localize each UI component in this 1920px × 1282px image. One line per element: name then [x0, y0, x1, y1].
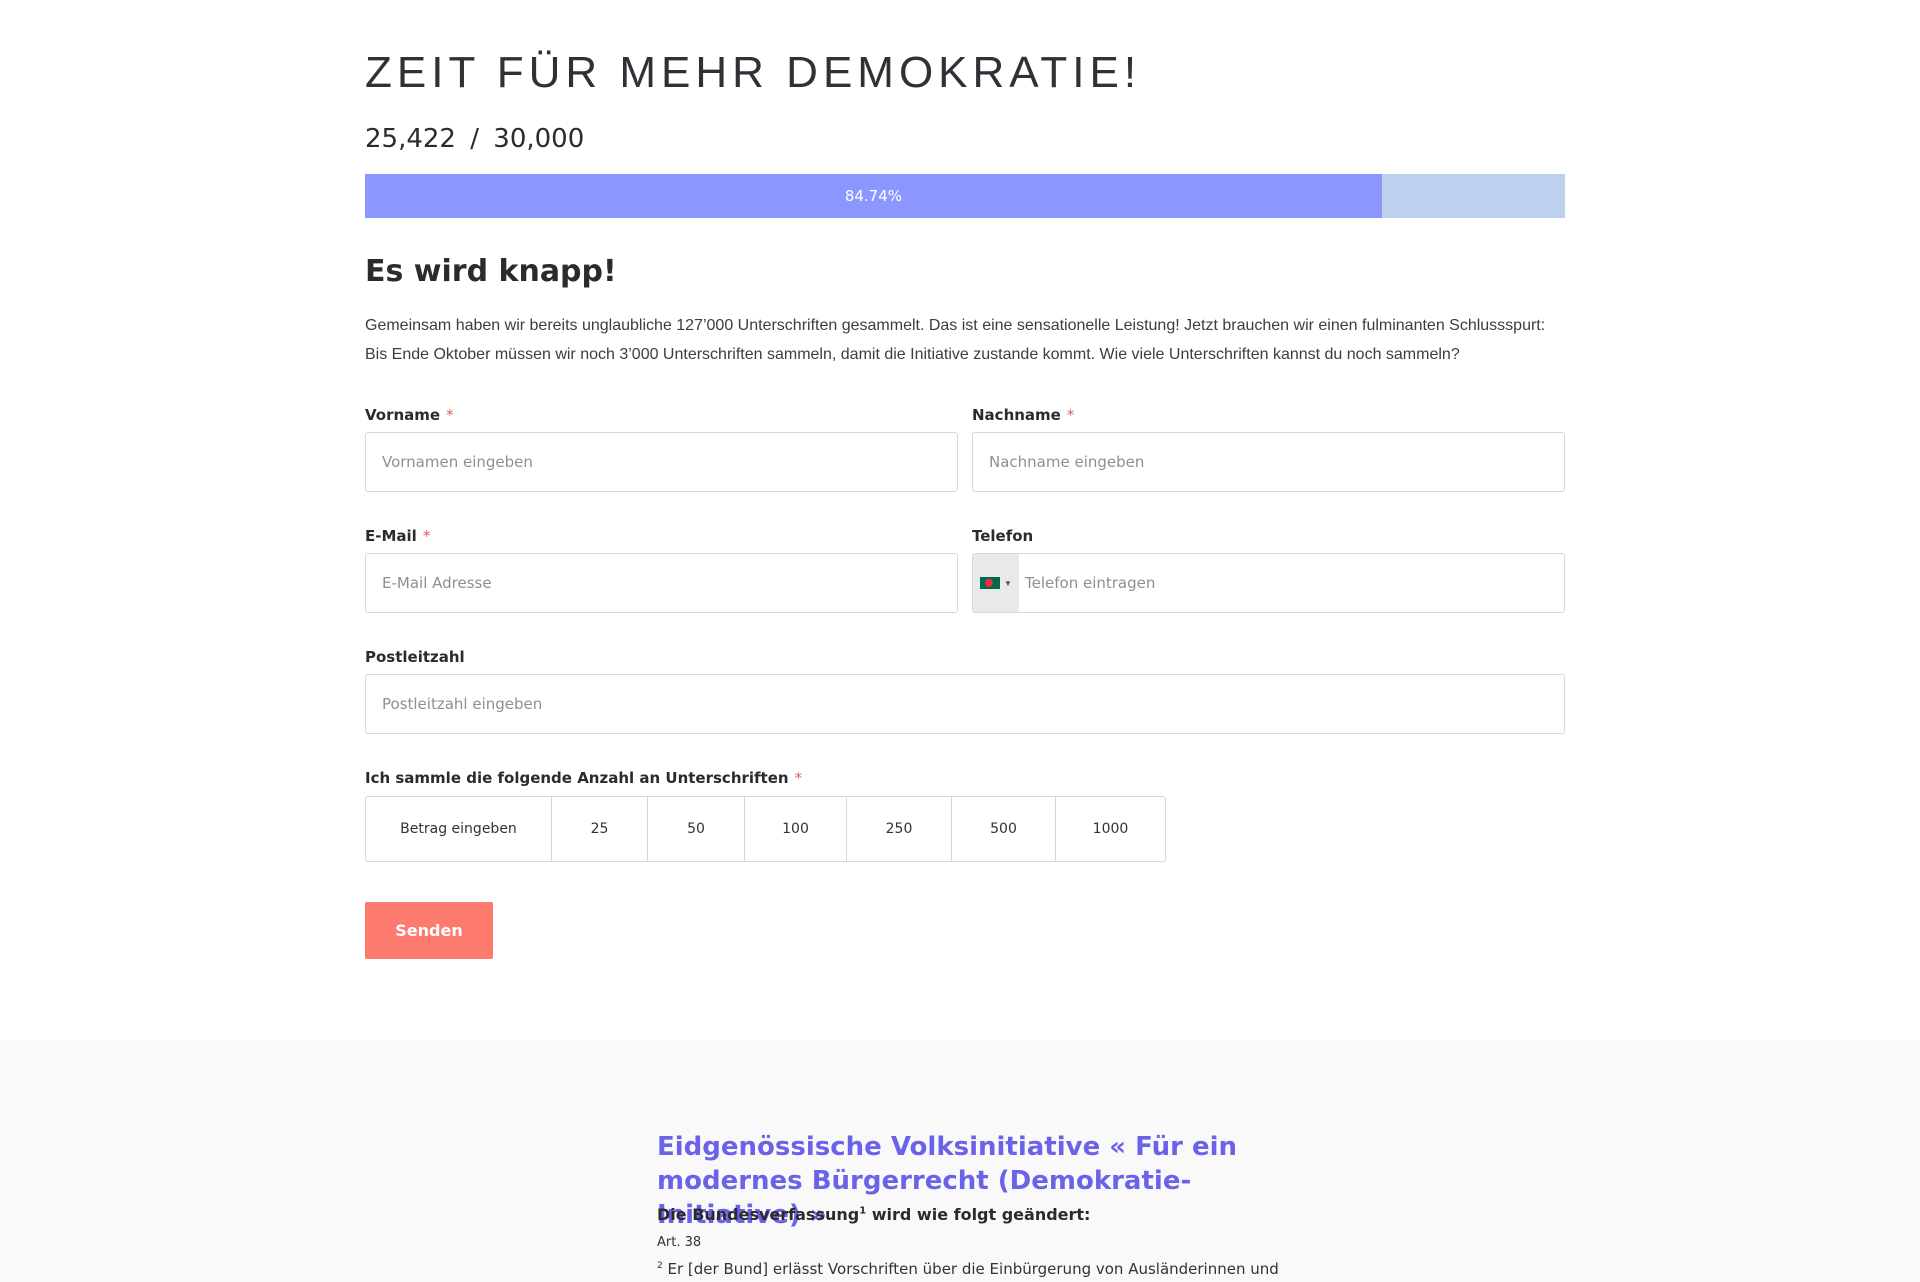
page-title: ZEIT FÜR MEHR DEMOKRATIE!	[365, 48, 1142, 97]
phone-label-text: Telefon	[972, 527, 1034, 545]
caret-down-icon: ▼	[1004, 578, 1012, 588]
signature-counter: 25,422 / 30,000	[365, 124, 584, 154]
progress-bar: 84.74%	[365, 174, 1565, 218]
article-paragraph: 2 Er [der Bund] erlässt Vorschriften übe…	[657, 1260, 1279, 1278]
article-number: Art. 38	[657, 1235, 702, 1250]
firstname-input[interactable]	[365, 432, 958, 492]
firstname-label-text: Vorname	[365, 406, 441, 424]
amount-selector: Betrag eingeben 25 50 100 250 500 1000	[365, 796, 1166, 862]
progress-label: 84.74%	[844, 187, 903, 205]
section-heading: Es wird knapp!	[365, 254, 617, 289]
email-label: E-Mail *	[365, 527, 430, 545]
amount-label: Ich sammle die folgende Anzahl an Unters…	[365, 769, 802, 787]
subtitle-prefix: Die Bundesverfassung	[657, 1205, 860, 1224]
counter-separator: /	[470, 124, 480, 154]
required-marker: *	[1066, 406, 1075, 424]
initiative-subtitle: Die Bundesverfassung1 wird wie folgt geä…	[657, 1205, 1090, 1224]
phone-label: Telefon	[972, 527, 1033, 545]
submit-button[interactable]: Senden	[365, 902, 493, 959]
email-input[interactable]	[365, 553, 958, 613]
amount-option-250[interactable]: 250	[847, 797, 952, 861]
amount-option-25[interactable]: 25	[552, 797, 648, 861]
phone-field: ▼	[972, 553, 1565, 613]
amount-label-text: Ich sammle die folgende Anzahl an Unters…	[365, 769, 789, 787]
required-marker: *	[446, 406, 454, 424]
counter-goal: 30,000	[493, 124, 585, 154]
progress-fill: 84.74%	[365, 174, 1382, 218]
paragraph-text: Er [der Bund] erlässt Vorschriften über …	[662, 1260, 1279, 1278]
amount-option-500[interactable]: 500	[952, 797, 1056, 861]
subtitle-suffix: wird wie folgt geändert:	[866, 1205, 1091, 1224]
custom-amount-input[interactable]: Betrag eingeben	[366, 797, 552, 861]
amount-option-50[interactable]: 50	[648, 797, 745, 861]
zip-input[interactable]	[365, 674, 1565, 734]
lastname-label: Nachname *	[972, 406, 1074, 424]
lastname-input[interactable]	[972, 432, 1565, 492]
country-selector[interactable]: ▼	[973, 554, 1019, 612]
intro-text: Gemeinsam haben wir bereits unglaubliche…	[365, 317, 1546, 363]
zip-label-text: Postleitzahl	[365, 648, 465, 666]
amount-option-100[interactable]: 100	[745, 797, 847, 861]
counter-current: 25,422	[365, 124, 456, 154]
zip-label: Postleitzahl	[365, 648, 465, 666]
phone-input[interactable]	[1019, 554, 1564, 612]
required-marker: *	[422, 527, 431, 545]
email-label-text: E-Mail	[365, 527, 417, 545]
bangladesh-flag-icon	[980, 577, 1001, 589]
required-marker: *	[794, 769, 803, 787]
amount-option-1000[interactable]: 1000	[1056, 797, 1165, 861]
initiative-section: Eidgenössische Volksinitiative « Für ein…	[0, 1040, 1920, 1282]
firstname-label: Vorname *	[365, 406, 454, 424]
lastname-label-text: Nachname	[972, 406, 1061, 424]
